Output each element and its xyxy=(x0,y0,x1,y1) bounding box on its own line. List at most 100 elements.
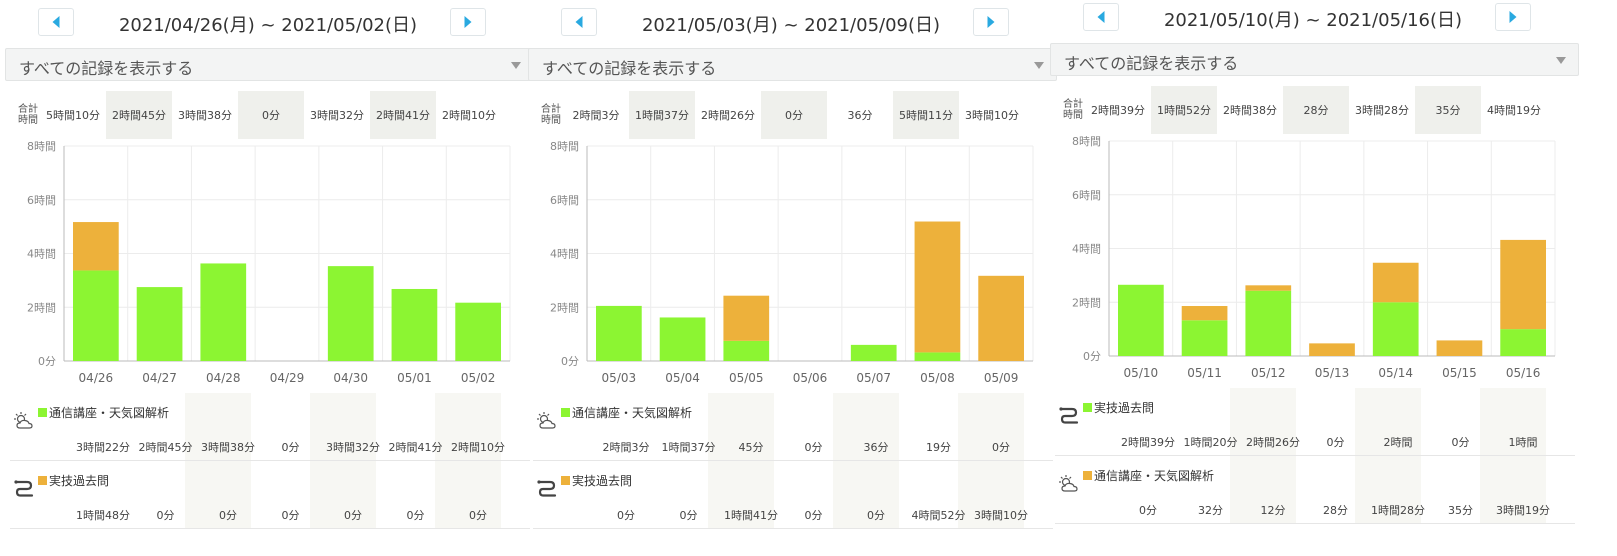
y-tick-label: 4時間 xyxy=(550,248,579,261)
x-tick-label: 04/28 xyxy=(206,371,241,385)
x-tick-label: 05/09 xyxy=(984,371,1019,385)
total-time-label: 合計 時間 xyxy=(1063,99,1083,121)
bar-segment xyxy=(200,263,247,361)
category-day-value: 2時間26分 xyxy=(1246,436,1300,449)
bar-segment xyxy=(1118,284,1164,356)
daily-total-cell: 1時間37分 xyxy=(629,91,695,139)
route-icon xyxy=(535,479,561,499)
daily-total-cell: 0分 xyxy=(761,91,827,139)
record-filter-label: すべての記録を表示する xyxy=(1064,54,1239,73)
bar-segment xyxy=(1436,340,1483,356)
category-swatch xyxy=(561,408,570,417)
daily-total-cell: 3時間32分 xyxy=(310,109,364,122)
category-name: 実技過去問 xyxy=(572,474,633,488)
bar-segment xyxy=(1372,262,1419,303)
daily-total-cell: 2時間3分 xyxy=(572,109,620,122)
daily-total-cell: 3時間10分 xyxy=(965,109,1019,122)
category-day-value: 35分 xyxy=(1448,504,1473,517)
daily-total-cell: 1時間52分 xyxy=(1151,86,1217,134)
y-tick-label: 6時間 xyxy=(1072,189,1101,202)
category-day-value: 0分 xyxy=(617,509,635,522)
category-day-value: 4時間52分 xyxy=(911,509,966,522)
total-time-label: 合計 時間 xyxy=(541,104,561,126)
category-day-value: 1時間41分 xyxy=(724,509,778,522)
category-day-value: 1時間 xyxy=(1508,436,1538,449)
bar-segment xyxy=(1500,239,1546,330)
weather-icon xyxy=(12,411,38,431)
daily-total-cell: 2時間41分 xyxy=(370,91,436,139)
category-day-value: 0分 xyxy=(1451,436,1470,449)
date-range-label: 2021/04/26(月) ~ 2021/05/02(日) xyxy=(118,15,418,36)
y-tick-label: 2時間 xyxy=(1072,296,1101,309)
category-day-value: 2時間3分 xyxy=(602,441,650,454)
record-filter-label: すべての記録を表示する xyxy=(19,59,194,78)
daily-totals-row: 合計 時間 5時間10分 2時間45分 3時間38分 0分 3時間32分 2時間41分 2時間1… xyxy=(10,91,530,139)
category-day-value: 0分 xyxy=(992,441,1010,454)
y-tick-label: 0分 xyxy=(38,355,56,368)
category-day-value: 2時間39分 xyxy=(1121,436,1175,449)
bar-segment xyxy=(1181,320,1228,356)
category-day-value: 0分 xyxy=(406,509,425,522)
daily-total-cell: 35分 xyxy=(1415,86,1481,134)
record-filter-select[interactable]: すべての記録を表示する xyxy=(5,48,534,81)
y-tick-label: 8時間 xyxy=(27,140,56,153)
category-day-value: 0分 xyxy=(804,509,823,522)
daily-total-cell: 2時間38分 xyxy=(1223,104,1277,117)
daily-total-cell: 3時間38分 xyxy=(178,109,232,122)
category-day-value: 36分 xyxy=(863,441,889,454)
category-breakdown-row: 通信講座・天気図解析 0分 32分 12分 28分 1時間28分 35分 3時間19分 xyxy=(1055,456,1575,524)
category-day-value: 0分 xyxy=(344,509,362,522)
bar-segment xyxy=(1245,290,1292,356)
week-panel: 2021/05/03(月) ~ 2021/05/09(日) すべての記録を表示する… xyxy=(523,0,1059,556)
date-range-label: 2021/05/10(月) ~ 2021/05/16(日) xyxy=(1163,10,1463,31)
date-range-label: 2021/05/03(月) ~ 2021/05/09(日) xyxy=(641,15,941,36)
bar-segment xyxy=(455,302,501,361)
y-tick-label: 6時間 xyxy=(550,194,579,207)
bar-segment xyxy=(1372,302,1419,356)
bar-segment xyxy=(723,295,770,341)
x-tick-label: 04/29 xyxy=(270,371,305,385)
category-swatch xyxy=(38,408,47,417)
y-tick-label: 4時間 xyxy=(27,248,56,261)
category-day-value: 3時間32分 xyxy=(326,441,380,454)
x-tick-label: 05/15 xyxy=(1442,366,1477,380)
record-filter-select[interactable]: すべての記録を表示する xyxy=(528,48,1057,81)
category-breakdown-row: 実技過去問 2時間39分 1時間20分 2時間26分 0分 2時間 0分 1時間 xyxy=(1055,388,1575,456)
category-day-value: 0分 xyxy=(281,509,300,522)
x-tick-label: 05/03 xyxy=(602,371,637,385)
x-tick-label: 05/12 xyxy=(1251,366,1286,380)
bar-segment xyxy=(327,266,374,361)
bar-segment xyxy=(659,317,706,361)
daily-total-cell: 2時間26分 xyxy=(701,109,755,122)
y-tick-label: 8時間 xyxy=(550,140,579,153)
category-day-value: 0分 xyxy=(219,509,237,522)
category-name: 通信講座・天気図解析 xyxy=(1094,469,1215,483)
x-tick-label: 05/01 xyxy=(397,371,432,385)
bar-segment xyxy=(1309,343,1355,356)
bar-segment xyxy=(73,222,119,271)
daily-total-cell: 28分 xyxy=(1283,86,1349,134)
total-time-label: 合計 時間 xyxy=(18,104,38,126)
category-day-value: 3時間22分 xyxy=(76,441,130,454)
daily-total-cell: 5時間11分 xyxy=(893,91,959,139)
daily-total-cell: 2時間39分 xyxy=(1091,104,1145,117)
category-swatch xyxy=(38,476,47,485)
category-day-value: 1時間37分 xyxy=(661,441,716,454)
y-tick-label: 4時間 xyxy=(1072,243,1101,256)
bar-segment xyxy=(1245,285,1292,291)
category-name: 実技過去問 xyxy=(1094,401,1155,415)
y-tick-label: 2時間 xyxy=(550,301,579,314)
record-filter-select[interactable]: すべての記録を表示する xyxy=(1050,43,1579,76)
y-tick-label: 6時間 xyxy=(27,194,56,207)
bar-segment xyxy=(1181,306,1228,321)
y-tick-label: 0分 xyxy=(561,355,579,368)
record-filter-label: すべての記録を表示する xyxy=(542,59,717,78)
category-day-value: 19分 xyxy=(926,441,951,454)
daily-totals-row: 合計 時間 2時間3分 1時間37分 2時間26分 0分 36分 5時間11分 3時間10分 xyxy=(533,91,1053,139)
category-breakdown-row: 通信講座・天気図解析 2時間3分 1時間37分 45分 0分 36分 19分 0分 xyxy=(533,393,1053,461)
bar-segment xyxy=(723,340,770,361)
weather-icon xyxy=(535,411,561,431)
bar-segment xyxy=(978,275,1024,361)
daily-totals-row: 合計 時間 2時間39分 1時間52分 2時間38分 28分 3時間28分 35分 4時間19分 xyxy=(1055,86,1575,134)
category-swatch xyxy=(561,476,570,485)
